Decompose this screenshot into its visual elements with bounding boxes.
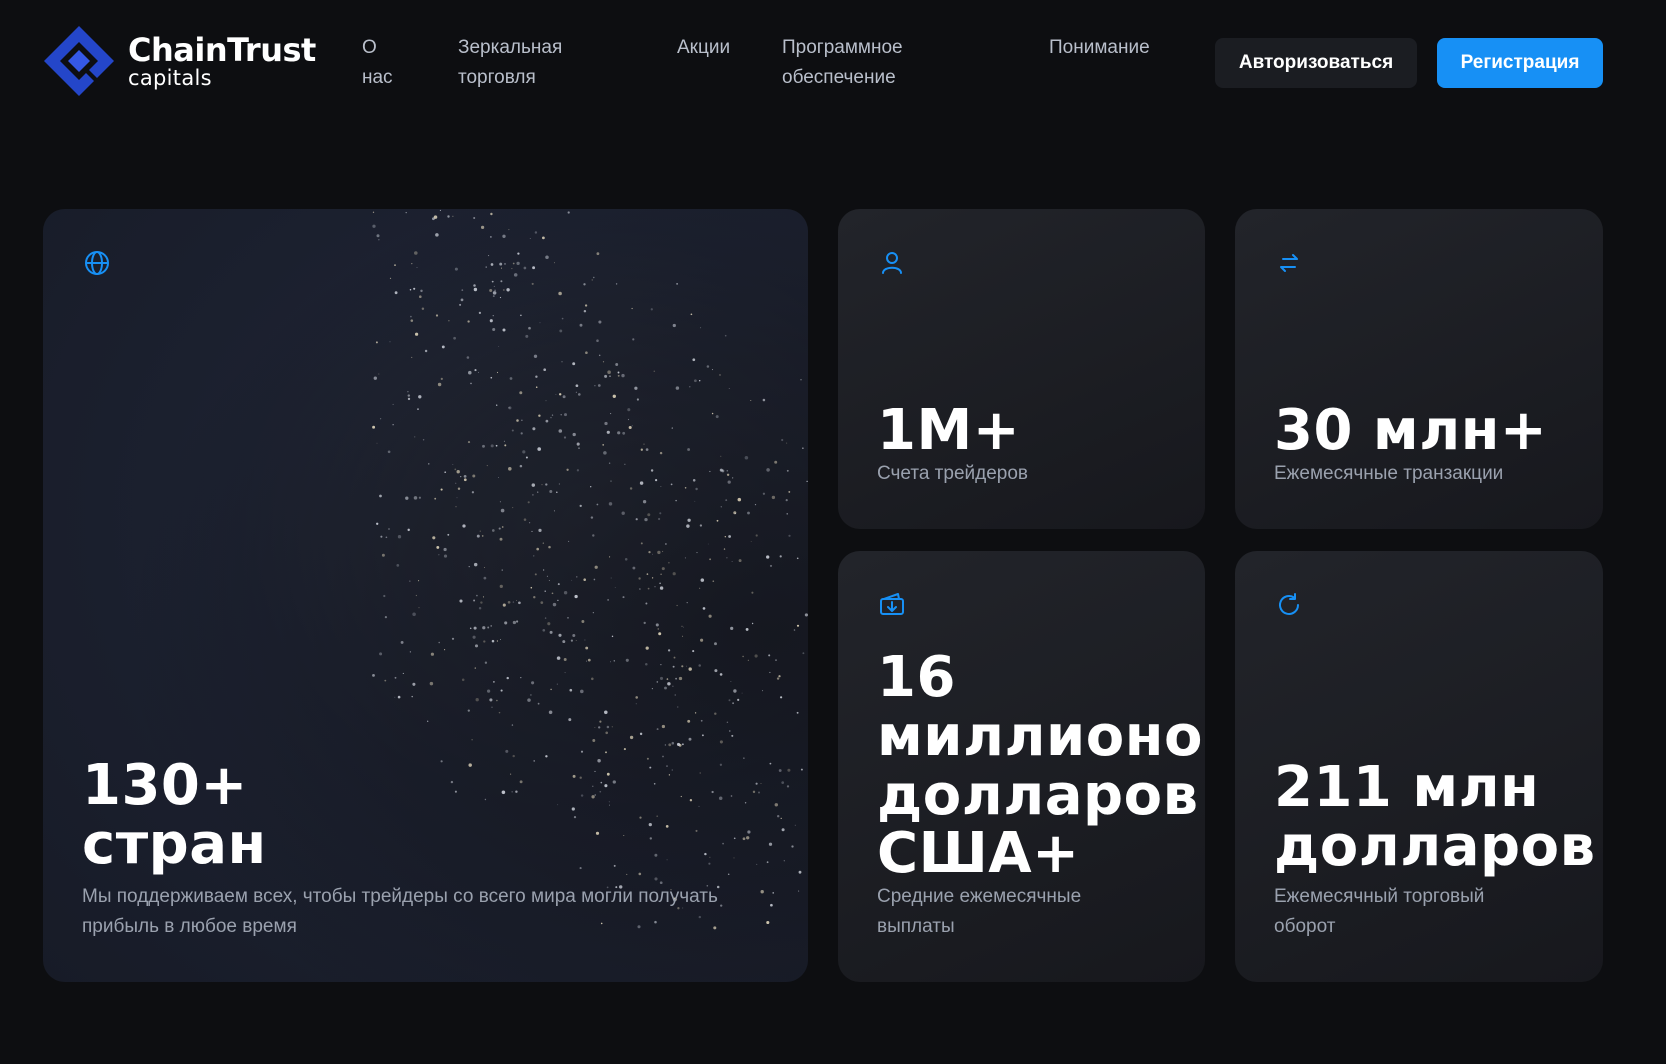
accounts-caption: Счета трейдеров <box>877 463 1029 484</box>
accounts-value: 1M+ <box>877 398 1021 463</box>
countries-value-line1: 130+ <box>82 753 248 818</box>
nav-mirror-trading[interactable]: Зеркальная торговля <box>458 33 588 93</box>
nav-software[interactable]: Программное обеспечение <box>782 33 932 93</box>
stat-card-turnover: 211 млн долларов Ежемесячный торговый об… <box>1235 551 1603 982</box>
site-header: ChainTrust capitals О нас Зеркальная тор… <box>0 0 1666 130</box>
payouts-value-line2: миллионов <box>877 703 1205 769</box>
nav-about[interactable]: О нас <box>362 33 412 93</box>
payouts-caption: Средние ежемесячные выплаты <box>877 886 1082 937</box>
payouts-value-line3: долларов <box>877 762 1199 828</box>
wallet-download-icon <box>880 593 904 615</box>
register-button[interactable]: Регистрация <box>1437 38 1603 88</box>
stat-card-payouts: 16 миллионов долларов США+ Средние ежеме… <box>838 551 1205 982</box>
payouts-value-line1: 16 <box>877 645 956 710</box>
stat-card-countries: 130+ стран Мы поддерживаем всех, чтобы т… <box>43 209 808 982</box>
countries-caption: Мы поддерживаем всех, чтобы трейдеры со … <box>82 886 718 937</box>
stat-card-transactions: 30 млн+ Ежемесячные транзакции <box>1235 209 1603 529</box>
exchange-arrows-icon <box>1280 254 1298 272</box>
globe-icon <box>85 251 109 275</box>
refresh-icon <box>1279 593 1299 615</box>
chaintrust-logo-icon <box>44 26 114 96</box>
transactions-caption: Ежемесячные транзакции <box>1274 463 1504 484</box>
nav-promotions[interactable]: Акции <box>677 33 747 63</box>
stat-card-accounts: 1M+ Счета трейдеров <box>838 209 1205 529</box>
brand-subtitle: capitals <box>128 65 212 90</box>
login-button[interactable]: Авторизоваться <box>1215 38 1417 88</box>
user-icon <box>882 252 902 274</box>
brand-logo[interactable]: ChainTrust capitals <box>42 24 316 98</box>
brand-title: ChainTrust <box>128 30 316 69</box>
payouts-value-line4: США+ <box>877 821 1080 887</box>
turnover-caption: Ежемесячный торговый оборот <box>1274 886 1485 937</box>
turnover-value-line2: долларов <box>1274 813 1596 879</box>
countries-value: 130+ стран <box>82 753 267 877</box>
countries-value-line2: стран <box>82 811 267 877</box>
payouts-value: 16 миллионов долларов США+ <box>877 645 1205 887</box>
transactions-value: 30 млн+ <box>1274 398 1548 463</box>
turnover-value: 211 млн долларов <box>1274 755 1596 879</box>
turnover-value-line1: 211 млн <box>1274 755 1540 820</box>
nav-insight[interactable]: Понимание <box>1049 33 1199 63</box>
